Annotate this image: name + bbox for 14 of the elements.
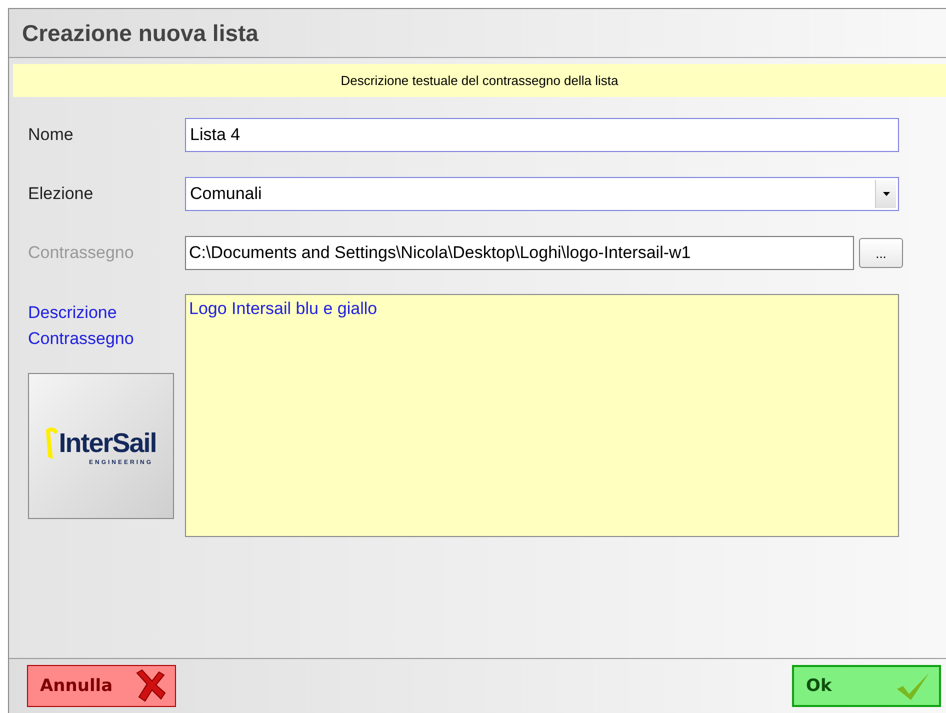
name-field[interactable]: Lista 4 — [185, 118, 899, 152]
field-label: Elezione — [28, 184, 94, 204]
election-dropdown[interactable]: Comunali — [185, 177, 899, 211]
logo-name: InterSail — [58, 428, 156, 458]
ok-button[interactable]: Ok — [792, 665, 941, 707]
swoosh-icon — [46, 426, 58, 460]
window-title: Creazione nuova lista — [9, 9, 946, 58]
field-label: Contrassegno — [28, 243, 135, 263]
field-label: Nome — [28, 125, 74, 145]
caret-icon — [882, 192, 890, 196]
cancel-button[interactable]: Annulla — [27, 665, 176, 707]
description-field[interactable]: Logo Intersail blu e giallo — [185, 294, 899, 537]
info-banner: Descrizione testuale del contrassegno della lista — [13, 64, 946, 97]
description-label: Descrizione Contrassegno — [28, 302, 135, 350]
